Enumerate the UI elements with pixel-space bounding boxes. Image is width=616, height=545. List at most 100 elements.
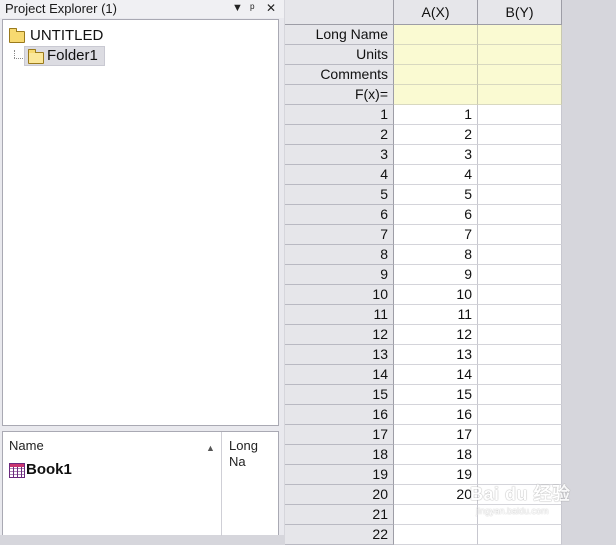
data-cell-a[interactable]: 16 bbox=[394, 405, 478, 425]
data-cell-a[interactable]: 19 bbox=[394, 465, 478, 485]
meta-row-label[interactable]: F(x)= bbox=[285, 85, 394, 105]
data-cell-b[interactable] bbox=[478, 205, 562, 225]
data-cell-a[interactable]: 14 bbox=[394, 365, 478, 385]
column-header-b[interactable]: B(Y) bbox=[478, 0, 562, 25]
row-header[interactable]: 20 bbox=[285, 485, 394, 505]
row-header[interactable]: 13 bbox=[285, 345, 394, 365]
meta-cell-b[interactable] bbox=[478, 65, 562, 85]
data-cell-a[interactable]: 3 bbox=[394, 145, 478, 165]
data-cell-b[interactable] bbox=[478, 445, 562, 465]
data-cell-b[interactable] bbox=[478, 485, 562, 505]
data-cell-a[interactable]: 4 bbox=[394, 165, 478, 185]
tree-item-label: UNTITLED bbox=[30, 27, 104, 44]
workbook-icon bbox=[9, 463, 25, 478]
data-cell-b[interactable] bbox=[478, 405, 562, 425]
project-explorer-titlebar: Project Explorer (1) ▼ ᵖ ✕ bbox=[0, 0, 284, 18]
tree-connector bbox=[14, 50, 15, 58]
data-cell-b[interactable] bbox=[478, 385, 562, 405]
data-cell-a[interactable]: 15 bbox=[394, 385, 478, 405]
data-cell-b[interactable] bbox=[478, 265, 562, 285]
meta-cell-b[interactable] bbox=[478, 25, 562, 45]
row-header[interactable]: 5 bbox=[285, 185, 394, 205]
meta-row-label[interactable]: Units bbox=[285, 45, 394, 65]
row-header[interactable]: 21 bbox=[285, 505, 394, 525]
row-header[interactable]: 17 bbox=[285, 425, 394, 445]
meta-row-label[interactable]: Long Name bbox=[285, 25, 394, 45]
project-item-list: Name ▲ Long Na Book1 bbox=[2, 431, 279, 536]
data-cell-b[interactable] bbox=[478, 505, 562, 525]
data-cell-b[interactable] bbox=[478, 325, 562, 345]
data-cell-a[interactable]: 10 bbox=[394, 285, 478, 305]
row-header[interactable]: 12 bbox=[285, 325, 394, 345]
project-explorer-panel: Project Explorer (1) ▼ ᵖ ✕ UNTITLED Fold… bbox=[0, 0, 284, 536]
data-cell-a[interactable]: 20 bbox=[394, 485, 478, 505]
row-header[interactable]: 7 bbox=[285, 225, 394, 245]
column-header-long-name[interactable]: Long Na bbox=[229, 438, 278, 470]
row-header[interactable]: 10 bbox=[285, 285, 394, 305]
meta-cell-a[interactable] bbox=[394, 85, 478, 105]
row-header[interactable]: 14 bbox=[285, 365, 394, 385]
data-cell-a[interactable] bbox=[394, 505, 478, 525]
column-header-name[interactable]: Name bbox=[9, 438, 44, 454]
pin-icon[interactable]: ᵖ bbox=[250, 0, 255, 17]
row-header[interactable]: 1 bbox=[285, 105, 394, 125]
data-cell-a[interactable]: 12 bbox=[394, 325, 478, 345]
row-header[interactable]: 3 bbox=[285, 145, 394, 165]
tree-item-label: Folder1 bbox=[47, 47, 98, 64]
meta-cell-a[interactable] bbox=[394, 65, 478, 85]
data-cell-b[interactable] bbox=[478, 105, 562, 125]
data-cell-a[interactable]: 9 bbox=[394, 265, 478, 285]
open-folder-icon bbox=[28, 49, 44, 64]
column-header-a[interactable]: A(X) bbox=[394, 0, 478, 25]
row-header[interactable]: 11 bbox=[285, 305, 394, 325]
row-header[interactable]: 4 bbox=[285, 165, 394, 185]
data-cell-b[interactable] bbox=[478, 125, 562, 145]
row-header[interactable]: 16 bbox=[285, 405, 394, 425]
folder-icon bbox=[9, 28, 25, 43]
worksheet: A(X) B(Y) Long Name Units Comments F(x)= 1 1 2… bbox=[285, 0, 616, 545]
data-cell-a[interactable]: 17 bbox=[394, 425, 478, 445]
data-cell-b[interactable] bbox=[478, 145, 562, 165]
data-cell-a[interactable]: 11 bbox=[394, 305, 478, 325]
data-cell-a[interactable]: 5 bbox=[394, 185, 478, 205]
project-folder-tree: UNTITLED Folder1 bbox=[2, 19, 279, 426]
data-cell-a[interactable]: 1 bbox=[394, 105, 478, 125]
row-header[interactable]: 18 bbox=[285, 445, 394, 465]
meta-cell-b[interactable] bbox=[478, 45, 562, 65]
row-header[interactable]: 2 bbox=[285, 125, 394, 145]
row-header[interactable]: 22 bbox=[285, 525, 394, 545]
data-cell-b[interactable] bbox=[478, 285, 562, 305]
dropdown-arrow-icon[interactable]: ▼ bbox=[232, 0, 243, 17]
data-cell-b[interactable] bbox=[478, 465, 562, 485]
tree-item-folder1[interactable]: Folder1 bbox=[24, 46, 105, 66]
data-cell-b[interactable] bbox=[478, 365, 562, 385]
data-cell-b[interactable] bbox=[478, 225, 562, 245]
row-header[interactable]: 19 bbox=[285, 465, 394, 485]
data-cell-b[interactable] bbox=[478, 345, 562, 365]
meta-cell-b[interactable] bbox=[478, 85, 562, 105]
data-cell-b[interactable] bbox=[478, 245, 562, 265]
data-cell-a[interactable]: 13 bbox=[394, 345, 478, 365]
data-cell-b[interactable] bbox=[478, 425, 562, 445]
close-icon[interactable]: ✕ bbox=[266, 0, 276, 17]
data-cell-a[interactable]: 8 bbox=[394, 245, 478, 265]
data-cell-a[interactable]: 6 bbox=[394, 205, 478, 225]
row-header[interactable]: 9 bbox=[285, 265, 394, 285]
data-cell-a[interactable]: 18 bbox=[394, 445, 478, 465]
meta-cell-a[interactable] bbox=[394, 25, 478, 45]
row-header[interactable]: 8 bbox=[285, 245, 394, 265]
data-cell-a[interactable] bbox=[394, 525, 478, 545]
data-cell-b[interactable] bbox=[478, 525, 562, 545]
data-cell-b[interactable] bbox=[478, 305, 562, 325]
data-cell-a[interactable]: 7 bbox=[394, 225, 478, 245]
column-divider[interactable] bbox=[221, 432, 222, 536]
data-cell-b[interactable] bbox=[478, 165, 562, 185]
meta-row-label[interactable]: Comments bbox=[285, 65, 394, 85]
data-cell-b[interactable] bbox=[478, 185, 562, 205]
row-header[interactable]: 15 bbox=[285, 385, 394, 405]
meta-cell-a[interactable] bbox=[394, 45, 478, 65]
row-header[interactable]: 6 bbox=[285, 205, 394, 225]
worksheet-corner[interactable] bbox=[285, 0, 394, 25]
data-cell-a[interactable]: 2 bbox=[394, 125, 478, 145]
tree-connector bbox=[14, 58, 23, 59]
